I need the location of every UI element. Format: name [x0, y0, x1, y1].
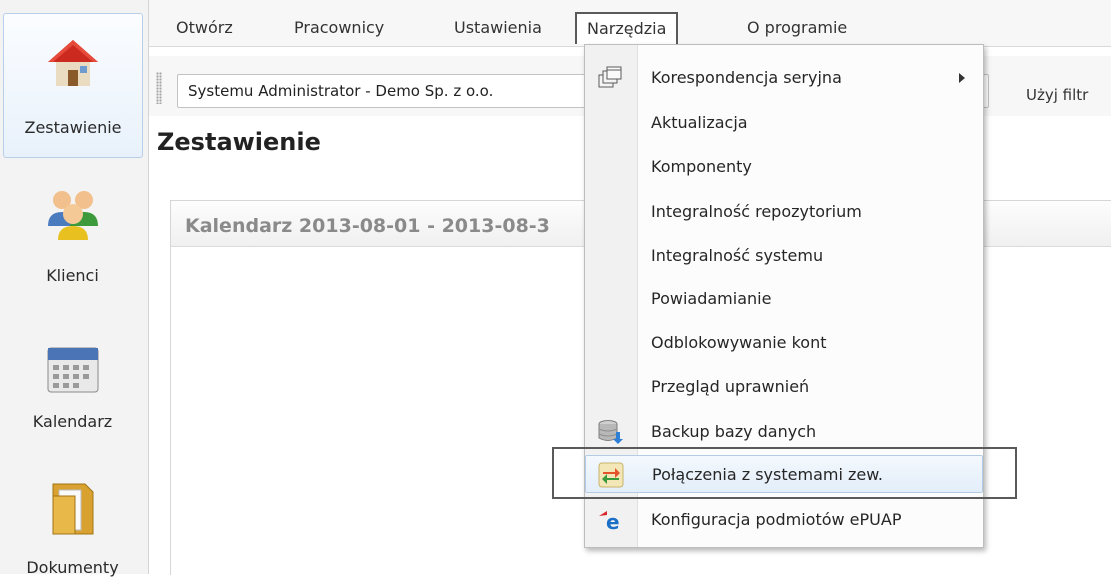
sidebar: Zestawienie Klienci Kalendarz Dokumenty	[0, 0, 149, 577]
sidebar-item-label: Dokumenty	[26, 558, 119, 577]
submenu-arrow-icon	[959, 73, 965, 83]
sidebar-item-label: Kalendarz	[32, 412, 113, 431]
home-icon	[48, 40, 98, 86]
menu-item-label: Aktualizacja	[651, 113, 748, 132]
folder-icon	[52, 483, 93, 535]
database-icon	[598, 420, 623, 444]
menu-otworz[interactable]: Otwórz	[176, 18, 233, 37]
menu-item-przeglad-uprawnien[interactable]: Przegląd uprawnień	[585, 368, 983, 406]
menu-item-polaczenia-z-systemami[interactable]: Połączenia z systemami zew.	[585, 455, 983, 493]
menu-item-label: Odblokowywanie kont	[651, 333, 827, 352]
sidebar-item-label: Zestawienie	[24, 118, 122, 137]
menu-item-label: Integralność repozytorium	[651, 202, 862, 221]
sidebar-item-klienci[interactable]: Klienci	[0, 178, 145, 298]
menu-item-label: Przegląd uprawnień	[651, 377, 810, 396]
menu-item-label: Backup bazy danych	[651, 422, 817, 441]
menu-item-powiadamianie[interactable]: Powiadamianie	[585, 280, 983, 318]
page-title: Zestawienie	[157, 128, 321, 156]
sync-arrows-icon	[598, 462, 624, 488]
menu-o-programie[interactable]: O programie	[747, 18, 847, 37]
toolbar-grip[interactable]	[156, 72, 162, 104]
users-icon	[47, 191, 98, 240]
windows-icon	[598, 66, 622, 88]
menu-item-label: Integralność systemu	[651, 246, 824, 265]
menu-item-konfiguracja-epuap[interactable]: e Konfiguracja podmiotów ePUAP	[585, 501, 983, 539]
menu-item-label: Powiadamianie	[651, 289, 772, 308]
menu-item-korespondencja[interactable]: Korespondencja seryjna	[585, 59, 983, 97]
menu-narzedzia[interactable]: Narzędzia	[575, 12, 679, 44]
menu-item-odblokowywanie-kont[interactable]: Odblokowywanie kont	[585, 324, 983, 362]
menu-item-label: Korespondencja seryjna	[651, 68, 842, 87]
tools-dropdown-menu: Korespondencja seryjna Aktualizacja Komp…	[584, 44, 984, 548]
menu-item-komponenty[interactable]: Komponenty	[585, 148, 983, 186]
menu-item-integralnosc-systemu[interactable]: Integralność systemu	[585, 237, 983, 275]
menu-item-aktualizacja[interactable]: Aktualizacja	[585, 104, 983, 142]
use-filter-label[interactable]: Użyj filtr	[1026, 86, 1088, 104]
menu-item-label: Konfiguracja podmiotów ePUAP	[651, 510, 902, 529]
calendar-icon	[47, 347, 98, 393]
menu-ustawienia[interactable]: Ustawienia	[454, 18, 542, 37]
epuap-icon: e	[599, 510, 620, 533]
menu-item-backup-bazy[interactable]: Backup bazy danych	[585, 413, 983, 451]
sidebar-item-zestawienie[interactable]: Zestawienie	[3, 13, 143, 158]
menu-item-label: Połączenia z systemami zew.	[652, 465, 883, 484]
menu-pracownicy[interactable]: Pracownicy	[294, 18, 384, 37]
menu-bar: Otwórz Pracownicy Ustawienia Narzędzia O…	[149, 0, 1111, 47]
sidebar-item-dokumenty[interactable]: Dokumenty	[0, 470, 145, 577]
sidebar-item-kalendarz[interactable]: Kalendarz	[0, 328, 145, 448]
menu-item-integralnosc-repozytorium[interactable]: Integralność repozytorium	[585, 193, 983, 231]
sidebar-item-label: Klienci	[46, 266, 99, 285]
svg-text:e: e	[606, 510, 620, 533]
menu-item-label: Komponenty	[651, 157, 752, 176]
